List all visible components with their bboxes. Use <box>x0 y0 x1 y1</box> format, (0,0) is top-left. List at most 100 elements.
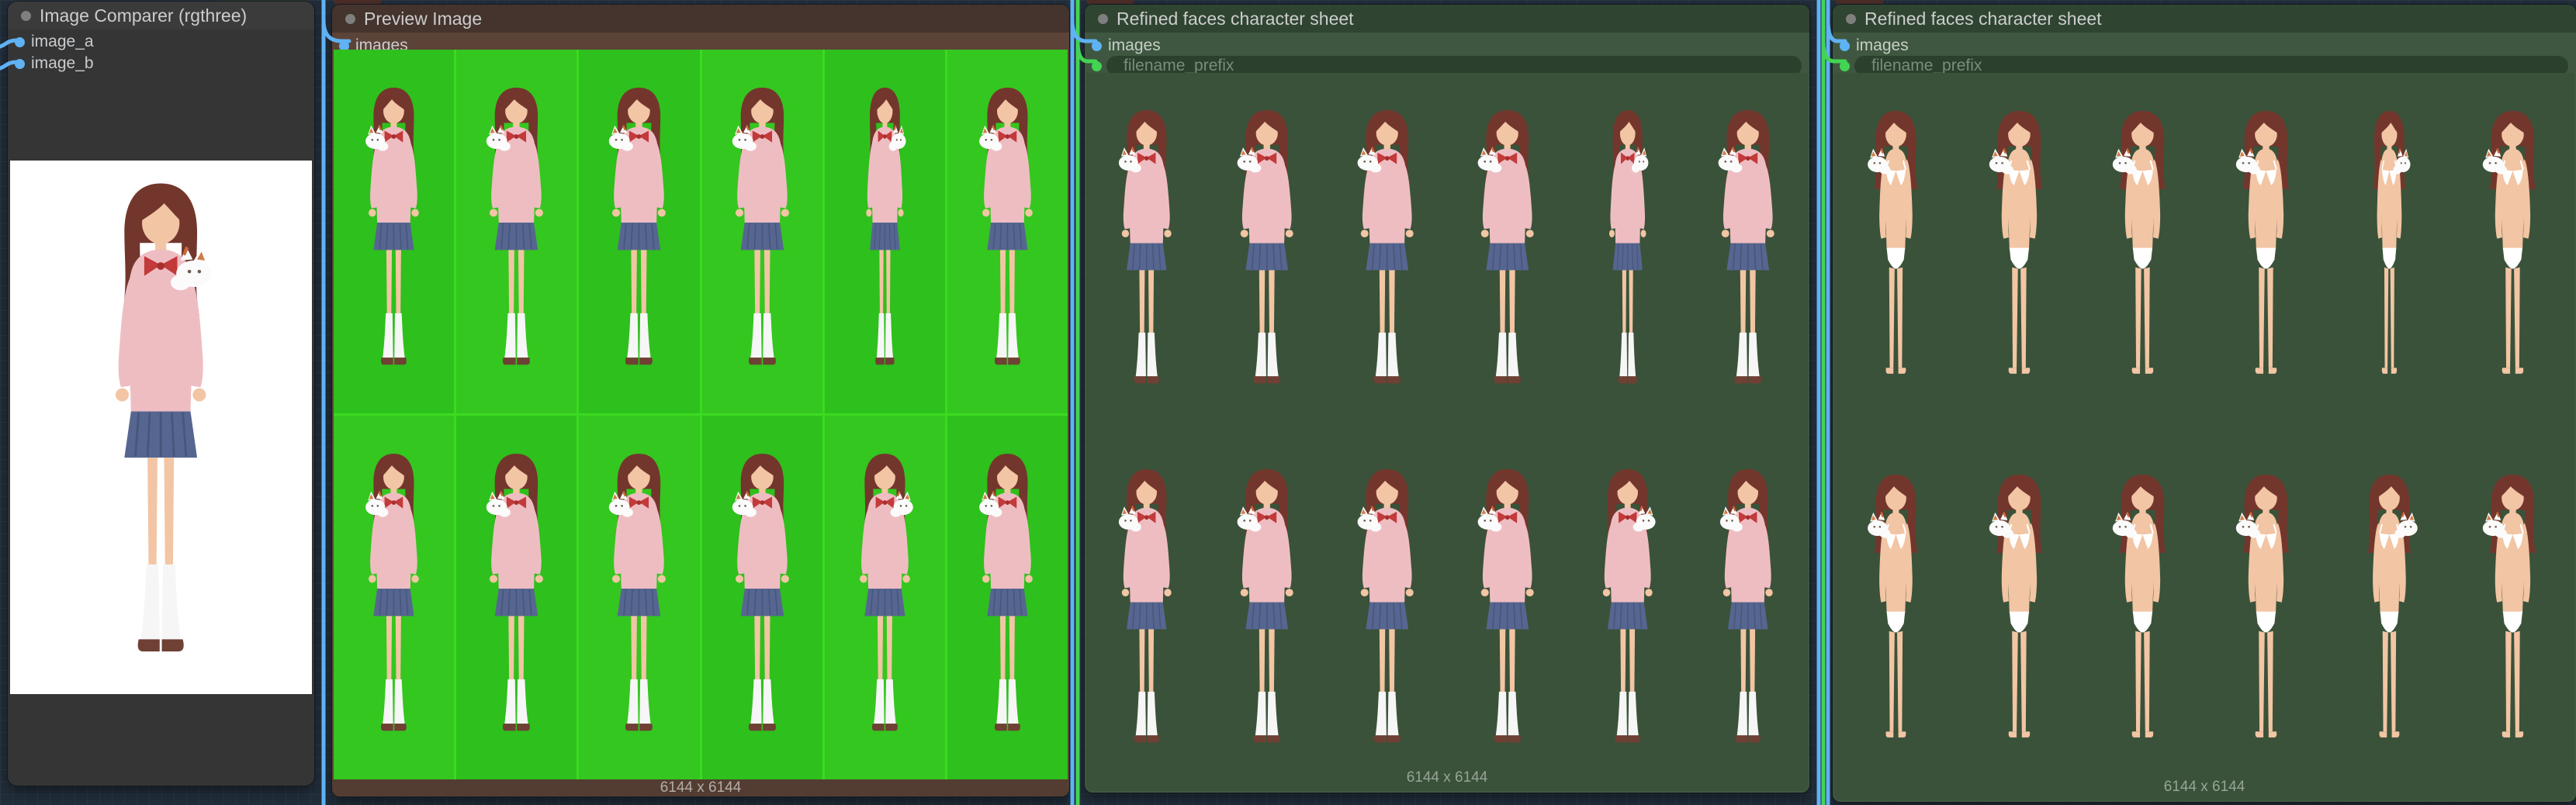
character-pose-cell <box>824 416 945 779</box>
character-pose-cell <box>1834 437 1958 800</box>
image-dimensions-label: 6144 x 6144 <box>2163 779 2245 795</box>
input-label: image_b <box>31 54 94 72</box>
image-b-input-dot[interactable] <box>15 58 25 69</box>
character-pose-cell <box>456 416 577 779</box>
character-pose-cell <box>2081 437 2204 800</box>
character-figure <box>1859 471 1933 777</box>
character-pose-cell <box>1207 432 1327 791</box>
character-figure <box>2103 107 2182 413</box>
character-pose-cell <box>579 416 700 779</box>
character-figure <box>1859 107 1933 413</box>
node-title: Refined faces character sheet <box>1864 8 2102 29</box>
character-pose-cell <box>1567 73 1688 432</box>
character-pose-cell <box>1567 432 1688 791</box>
character-figure <box>357 450 431 756</box>
character-figure <box>1980 107 2058 413</box>
character-pose-cell <box>1834 73 1958 437</box>
character-figure <box>1349 106 1425 409</box>
image-a-input-dot[interactable] <box>15 36 25 47</box>
character-figure <box>857 84 912 390</box>
pose-grid <box>1086 73 1808 791</box>
character-pose-cell <box>1447 432 1567 791</box>
character-pose-cell <box>2328 437 2451 800</box>
character-figure <box>1228 106 1305 409</box>
character-pose-cell <box>2081 73 2204 437</box>
character-pose-cell <box>947 416 1068 779</box>
images-input-dot[interactable] <box>1840 40 1850 51</box>
character-figure <box>2227 471 2305 777</box>
pose-grid <box>1834 73 2574 800</box>
character-figure <box>357 84 431 390</box>
character-pose-cell <box>1207 73 1327 432</box>
character-pose-cell <box>947 50 1068 413</box>
pose-grid <box>334 50 1068 779</box>
character-figure <box>1228 465 1305 768</box>
character-figure <box>2474 471 2552 777</box>
collapse-dot-icon[interactable] <box>21 10 31 21</box>
node-refined-faces-sheet-2[interactable]: Refined faces character sheet images fil… <box>1833 5 2576 802</box>
character-pose-cell <box>1086 432 1207 791</box>
character-pose-cell <box>1086 73 1207 432</box>
character-figure <box>1349 465 1425 768</box>
character-pose-cell <box>334 416 455 779</box>
character-pose-cell <box>2328 73 2451 437</box>
node-titlebar[interactable]: Refined faces character sheet <box>1085 5 1809 33</box>
character-figure <box>2474 107 2552 413</box>
input-label: images <box>1108 36 1161 54</box>
node-title: Refined faces character sheet <box>1117 8 1354 29</box>
image-dimensions-label: 6144 x 6144 <box>1406 769 1488 786</box>
character-pose-cell <box>1327 73 1447 432</box>
collapse-dot-icon[interactable] <box>345 13 355 24</box>
character-pose-cell <box>701 50 822 413</box>
character-figure <box>2227 107 2305 413</box>
input-label: images <box>1856 36 1909 54</box>
character-pose-cell <box>2451 73 2574 437</box>
node-titlebar[interactable]: Refined faces character sheet <box>1833 5 2576 33</box>
string-input-dot[interactable] <box>1840 60 1850 71</box>
character-pose-cell <box>1688 432 1808 791</box>
images-input-dot[interactable] <box>1092 40 1102 51</box>
character-figure <box>1110 465 1183 768</box>
collapse-dot-icon[interactable] <box>1846 13 1856 24</box>
node-image-comparer[interactable]: Image Comparer (rgthree) image_a image_b <box>8 2 314 786</box>
node-graph-canvas[interactable]: Image Comparer (rgthree) image_a image_b… <box>0 0 2576 805</box>
node-titlebar[interactable]: Image Comparer (rgthree) <box>8 2 314 29</box>
character-pose-cell <box>1958 437 2081 800</box>
character-figure <box>971 84 1044 390</box>
node-titlebar[interactable]: Preview Image <box>332 5 1069 33</box>
character-figure <box>723 84 802 390</box>
character-figure <box>2362 107 2417 413</box>
character-figure <box>1709 106 1786 409</box>
node-refined-faces-sheet-1[interactable]: Refined faces character sheet images fil… <box>1085 5 1809 793</box>
character-figure <box>1980 471 2058 777</box>
character-sheet-preview-greenscreen <box>334 50 1068 779</box>
character-figure <box>600 84 678 390</box>
character-pose-cell <box>1958 73 2081 437</box>
character-figure <box>1469 106 1546 409</box>
character-figure <box>2353 471 2426 777</box>
collapse-dot-icon[interactable] <box>1098 13 1108 24</box>
node-title: Image Comparer (rgthree) <box>40 5 248 26</box>
character-figure <box>477 450 556 756</box>
character-pose-cell <box>2204 437 2328 800</box>
input-label: image_a <box>31 33 94 50</box>
node-title: Preview Image <box>364 8 483 29</box>
image-dimensions-label: 6144 x 6144 <box>332 779 1069 796</box>
character-figure <box>1110 106 1183 409</box>
character-sheet-preview: 6144 x 6144 <box>1086 73 1808 791</box>
comparer-image-preview[interactable] <box>10 161 312 694</box>
character-figure <box>1591 465 1664 768</box>
character-figure <box>1469 465 1546 768</box>
character-pose-cell <box>2204 73 2328 437</box>
character-figure <box>95 177 227 694</box>
character-figure <box>848 450 922 756</box>
character-figure <box>1601 106 1655 409</box>
character-sheet-preview: 6144 x 6144 <box>1834 73 2574 800</box>
string-input-dot[interactable] <box>1092 60 1102 71</box>
node-preview-image[interactable]: Preview Image images 6144 x 6144 <box>332 5 1069 796</box>
character-pose-cell <box>824 50 945 413</box>
character-figure <box>477 84 556 390</box>
character-figure <box>971 450 1044 756</box>
character-pose-cell <box>579 50 700 413</box>
character-pose-cell <box>1447 73 1567 432</box>
